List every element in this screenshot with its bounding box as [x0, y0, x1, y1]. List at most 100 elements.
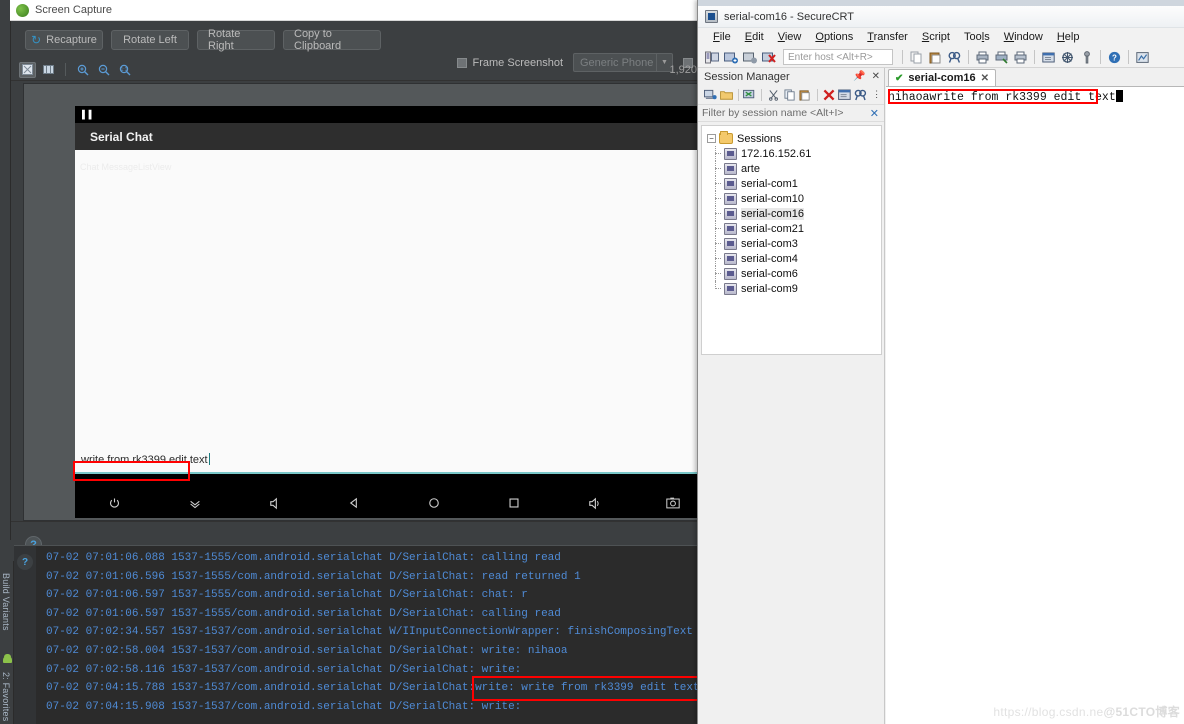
- menu-window[interactable]: Window: [997, 28, 1050, 47]
- close-icon[interactable]: ✕: [981, 73, 989, 84]
- connect-local-shell-icon[interactable]: [741, 49, 758, 66]
- zoom-actual-size-icon[interactable]: 1:1: [116, 62, 133, 78]
- session-icon: [724, 267, 737, 280]
- copy-to-clipboard-button[interactable]: Copy to Clipboard: [283, 28, 381, 52]
- find-icon[interactable]: [946, 49, 963, 66]
- help-icon[interactable]: ?: [1106, 49, 1123, 66]
- session-tree[interactable]: − Sessions 172.16.152.61 arte serial-com…: [701, 125, 882, 355]
- session-filter-input[interactable]: Filter by session name <Alt+I> ✕: [698, 105, 884, 122]
- session-manager-title: Session Manager: [704, 70, 790, 83]
- session-item[interactable]: serial-com3: [707, 236, 881, 251]
- session-item[interactable]: serial-com21: [707, 221, 881, 236]
- session-manager-icon[interactable]: [703, 49, 720, 66]
- session-item[interactable]: serial-com1: [707, 176, 881, 191]
- new-session-icon[interactable]: [703, 87, 718, 103]
- log-line-text: 07-02 07:01:06.596 1537-1555/com.android…: [46, 570, 581, 583]
- connect-session-icon[interactable]: [743, 87, 758, 103]
- tree-root-label: Sessions: [737, 132, 782, 145]
- volume-up-icon[interactable]: [554, 497, 634, 510]
- session-label: arte: [741, 162, 760, 175]
- session-icon: [724, 162, 737, 175]
- new-folder-icon[interactable]: [719, 87, 734, 103]
- logcat-output[interactable]: 07-02 07:01:06.088 1537-1555/com.android…: [36, 549, 700, 724]
- overflow-icon[interactable]: ⋮: [869, 87, 884, 103]
- recents-icon[interactable]: [474, 497, 554, 509]
- log-line-highlight-text: write: write from rk3399 edit text: [472, 676, 700, 701]
- sidebar-item-build-variants[interactable]: Build Variants: [0, 573, 13, 663]
- session-icon: [724, 237, 737, 250]
- menu-view[interactable]: View: [771, 28, 809, 47]
- rotate-right-button[interactable]: Rotate Right: [197, 28, 275, 52]
- svg-text:?: ?: [1112, 53, 1117, 62]
- volume-mute-icon[interactable]: [235, 497, 315, 510]
- sidebar-item-favorites[interactable]: 2: Favorites: [0, 672, 13, 724]
- paste-icon[interactable]: [927, 49, 944, 66]
- serial-chat-edit-text[interactable]: write from rk3399 edit text: [81, 453, 210, 466]
- paste-icon[interactable]: [798, 87, 813, 103]
- volume-down-icon[interactable]: [155, 497, 235, 510]
- collapse-toggle-icon[interactable]: −: [707, 134, 716, 143]
- recapture-button[interactable]: ↻ Recapture: [25, 30, 103, 50]
- session-label: serial-com16: [741, 207, 804, 220]
- properties-icon[interactable]: [838, 87, 853, 103]
- fit-to-window-icon[interactable]: [19, 61, 36, 78]
- log-line-text: 07-02 07:02:58.116 1537-1537/com.android…: [46, 663, 522, 676]
- back-icon[interactable]: [314, 497, 394, 509]
- copy-icon[interactable]: [782, 87, 797, 103]
- power-icon[interactable]: [75, 497, 155, 510]
- rotate-left-label: Rotate Left: [123, 34, 177, 46]
- tab-serial-com16[interactable]: ✔ serial-com16 ✕: [888, 69, 997, 86]
- key-icon[interactable]: [1078, 49, 1095, 66]
- session-label: serial-com1: [741, 177, 798, 190]
- svg-text:1:1: 1:1: [120, 67, 127, 73]
- terminal-output[interactable]: nihaoawrite from rk3399 edit text: [886, 86, 1184, 724]
- menu-edit[interactable]: Edit: [738, 28, 771, 47]
- disconnect-icon[interactable]: [760, 49, 777, 66]
- terminal-cursor: [1115, 90, 1123, 102]
- print-screen-icon[interactable]: [1012, 49, 1029, 66]
- menu-script[interactable]: Script: [915, 28, 957, 47]
- connect-icon[interactable]: [722, 49, 739, 66]
- delete-icon[interactable]: [822, 87, 837, 103]
- serial-chat-input-wrapper[interactable]: write from rk3399 edit text: [75, 448, 713, 474]
- copy-icon[interactable]: [908, 49, 925, 66]
- device-content-area: Chat MessageListView write from rk3399 e…: [75, 150, 713, 474]
- copy-to-clipboard-label: Copy to Clipboard: [294, 28, 342, 52]
- rotate-left-button[interactable]: Rotate Left: [111, 30, 189, 50]
- menu-transfer[interactable]: Transfer: [860, 28, 915, 47]
- logcat-help-icon[interactable]: ?: [17, 554, 33, 570]
- logcat-panel: ? 07-02 07:01:06.088 1537-1555/com.andro…: [14, 545, 700, 724]
- zoom-in-icon[interactable]: [74, 62, 91, 78]
- session-icon: [724, 252, 737, 265]
- session-item[interactable]: arte: [707, 161, 881, 176]
- session-item[interactable]: serial-com6: [707, 266, 881, 281]
- global-options-icon[interactable]: [1059, 49, 1076, 66]
- host-input[interactable]: Enter host <Alt+R>: [783, 49, 893, 65]
- android-studio-window: Build Variants 2: Favorites Screen Captu…: [0, 0, 713, 724]
- menu-options[interactable]: Options: [808, 28, 860, 47]
- device-app-bar: Serial Chat: [75, 123, 713, 150]
- pin-icon[interactable]: 📌: [853, 71, 865, 82]
- menu-tools[interactable]: Tools: [957, 28, 997, 47]
- session-item[interactable]: serial-com4: [707, 251, 881, 266]
- tile-icon[interactable]: [1134, 49, 1151, 66]
- session-item-selected[interactable]: serial-com16: [707, 206, 881, 221]
- log-session-icon[interactable]: [993, 49, 1010, 66]
- close-icon[interactable]: ✕: [872, 71, 880, 82]
- print-icon[interactable]: [974, 49, 991, 66]
- tree-root-sessions[interactable]: − Sessions: [707, 131, 881, 146]
- cut-icon[interactable]: [766, 87, 781, 103]
- securecrt-titlebar: serial-com16 - SecureCRT: [698, 6, 1184, 28]
- find-icon[interactable]: [853, 87, 868, 103]
- session-item[interactable]: serial-com10: [707, 191, 881, 206]
- home-icon[interactable]: [394, 497, 474, 509]
- close-icon[interactable]: ✕: [870, 107, 879, 120]
- session-item[interactable]: 172.16.152.61: [707, 146, 881, 161]
- actual-grid-icon[interactable]: [40, 62, 57, 78]
- menu-file[interactable]: FFileile: [706, 28, 738, 47]
- zoom-out-icon[interactable]: [95, 62, 112, 78]
- session-item[interactable]: serial-com9: [707, 281, 881, 296]
- menu-help[interactable]: Help: [1050, 28, 1087, 47]
- session-options-icon[interactable]: [1040, 49, 1057, 66]
- build-variants-label: Build Variants: [1, 573, 11, 631]
